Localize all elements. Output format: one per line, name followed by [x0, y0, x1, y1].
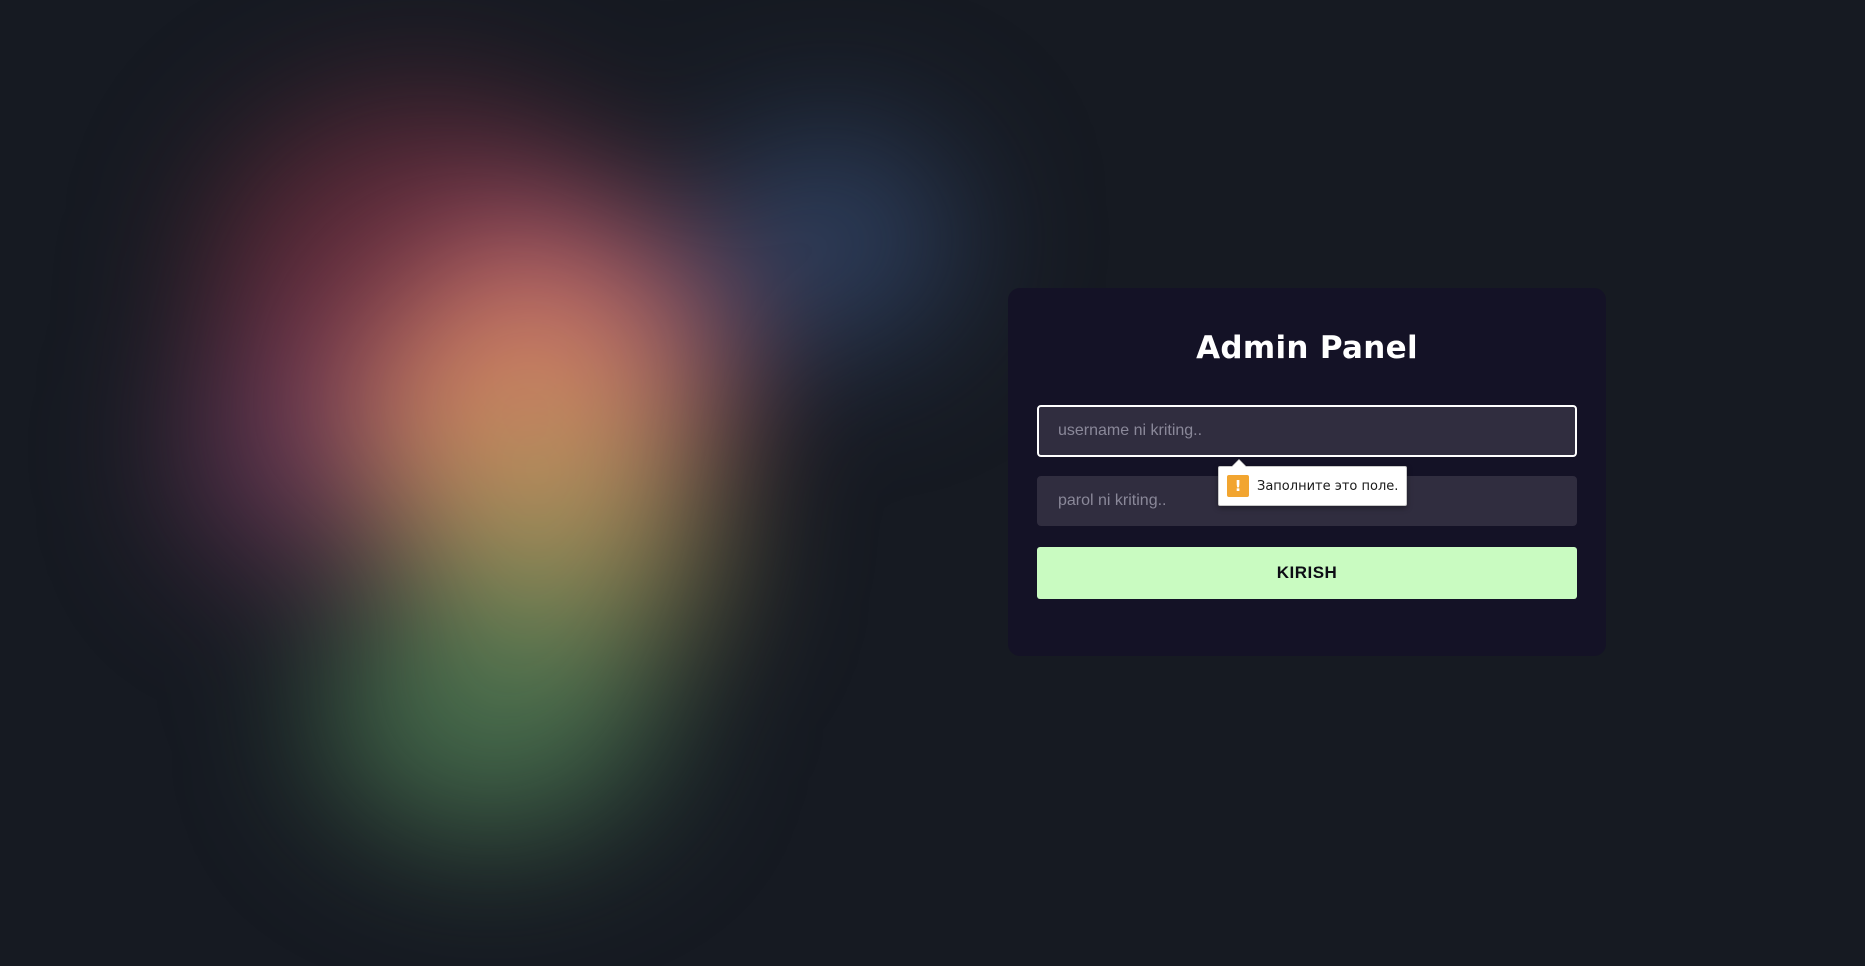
- login-page: Admin Panel KIRISH ! Заполните это поле.: [0, 0, 1865, 966]
- page-title: Admin Panel: [1196, 330, 1418, 366]
- validation-tooltip: ! Заполните это поле.: [1218, 459, 1408, 506]
- username-input[interactable]: [1037, 405, 1577, 457]
- login-button[interactable]: KIRISH: [1037, 547, 1577, 599]
- gradient-blob-orange: [360, 280, 690, 580]
- gradient-blob-magenta: [180, 320, 430, 580]
- gradient-blob-blue: [700, 130, 960, 350]
- validation-message: Заполните это поле.: [1257, 478, 1399, 494]
- gradient-blob-yellow: [400, 420, 720, 680]
- gradient-blob-pink: [380, 200, 740, 530]
- gradient-blob-red: [210, 100, 630, 460]
- background-gradient-blob: [60, 20, 1060, 960]
- gradient-blob-green: [320, 580, 660, 840]
- warning-icon: !: [1227, 475, 1249, 497]
